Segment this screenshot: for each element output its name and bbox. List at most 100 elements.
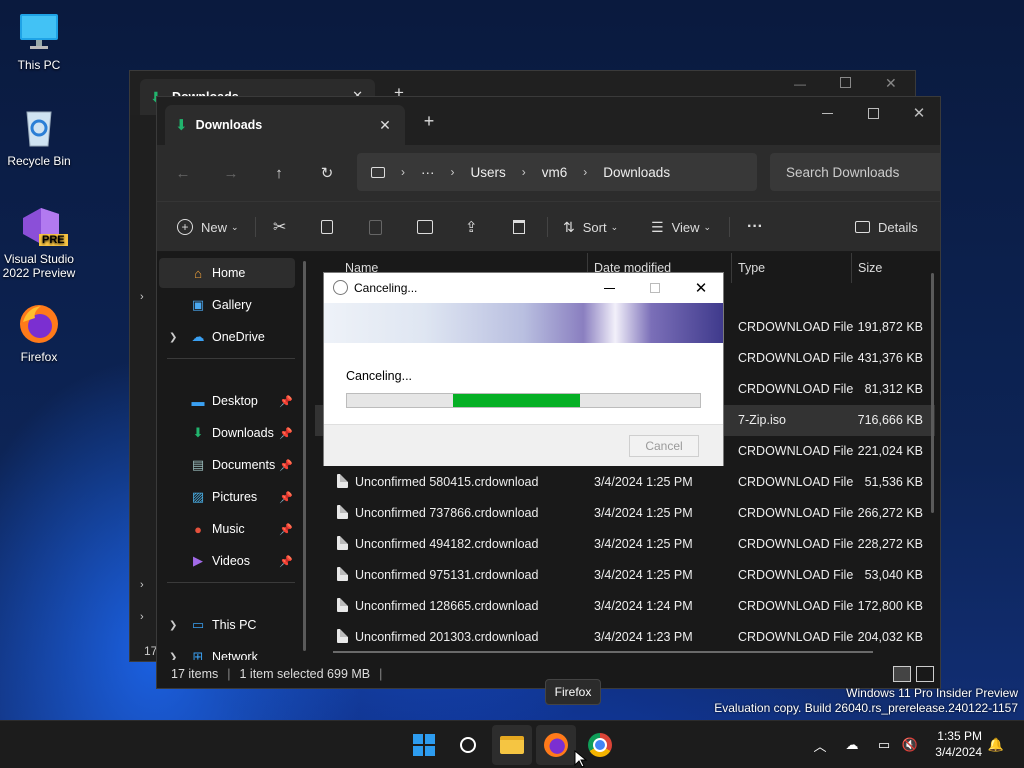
chevron-right-icon[interactable]: ❯ <box>169 332 177 343</box>
tab-downloads[interactable]: ⬇ Downloads ✕ <box>165 105 405 145</box>
search-button[interactable] <box>448 725 488 765</box>
sidebar-item-pictures[interactable]: ▨ Pictures 📌 <box>159 482 295 512</box>
column-divider[interactable] <box>731 253 732 283</box>
back-maximize-icon[interactable] <box>840 77 851 88</box>
table-row[interactable]: Unconfirmed 494182.crdownload 3/4/2024 1:… <box>315 529 935 560</box>
chevron-up-icon[interactable]: ︿ <box>810 735 830 755</box>
notification-bell-icon[interactable]: 🔔 <box>986 735 1006 755</box>
delete-button[interactable] <box>513 202 525 252</box>
clock[interactable]: 1:35 PM 3/4/2024 <box>935 728 982 760</box>
file-type: CRDOWNLOAD File <box>738 320 854 334</box>
document-icon: ▤ <box>191 457 205 472</box>
up-button[interactable]: ↑ <box>265 159 293 187</box>
sidebar-item-downloads[interactable]: ⬇ Downloads 📌 <box>159 418 295 448</box>
canceling-dialog[interactable]: Canceling... ✕ Canceling... Cancel <box>323 272 724 466</box>
tab-title: Downloads <box>195 118 263 132</box>
copy-button[interactable] <box>321 202 333 252</box>
desktop-icon-recycle-bin[interactable]: Recycle Bin <box>0 106 78 168</box>
more-options-button[interactable]: ··· <box>747 202 763 252</box>
sidebar-item-onedrive[interactable]: ❯ ☁ OneDrive <box>159 322 295 352</box>
desktop-icon-visual-studio[interactable]: PRE Visual Studio 2022 Preview <box>0 204 78 280</box>
file-icon <box>337 505 348 519</box>
file-type: CRDOWNLOAD File <box>738 630 854 644</box>
cut-button[interactable]: ✂ <box>273 202 286 252</box>
details-view-toggle[interactable] <box>893 666 911 682</box>
new-tab-icon[interactable]: + <box>417 110 441 134</box>
close-button[interactable]: ✕ <box>896 97 940 129</box>
command-bar: + New ⌄ ✂ ⇪ ⇅ Sort ⌄ ☰ View ⌄ ··· Detail… <box>157 201 940 252</box>
desktop-icon-label: Firefox <box>20 350 58 364</box>
horizontal-scrollbar[interactable] <box>333 651 873 653</box>
sidebar-item-label: OneDrive <box>212 330 265 344</box>
sidebar-item-music[interactable]: ● Music 📌 <box>159 514 295 544</box>
taskbar-file-explorer[interactable] <box>492 725 532 765</box>
cancel-button[interactable]: Cancel <box>629 435 699 457</box>
table-row[interactable]: Unconfirmed 128665.crdownload 3/4/2024 1:… <box>315 591 935 622</box>
file-date: 3/4/2024 1:25 PM <box>594 568 693 582</box>
tiles-view-toggle[interactable] <box>916 666 934 682</box>
sidebar-item-home[interactable]: ⌂ Home <box>159 258 295 288</box>
file-name: Unconfirmed 201303.crdownload <box>355 630 539 644</box>
back-close-icon[interactable]: ✕ <box>885 75 897 92</box>
sidebar-item-label: Documents <box>212 458 276 472</box>
sort-button[interactable]: ⇅ Sort ⌄ <box>563 202 618 252</box>
forward-button[interactable]: → <box>217 159 245 187</box>
vertical-scrollbar[interactable] <box>931 273 934 513</box>
paste-button[interactable] <box>369 202 382 252</box>
details-pane-icon <box>855 221 870 233</box>
dialog-minimize-button[interactable] <box>586 273 632 303</box>
rename-button[interactable] <box>417 202 433 252</box>
file-type: CRDOWNLOAD File <box>738 475 854 489</box>
dialog-title: Canceling... <box>354 281 418 295</box>
minimize-button[interactable] <box>804 97 850 129</box>
share-button[interactable]: ⇪ <box>465 202 478 252</box>
view-button[interactable]: ☰ View ⌄ <box>651 202 711 252</box>
column-divider[interactable] <box>851 253 852 283</box>
breadcrumb[interactable]: › ··· › Users › vm6 › Downloads <box>357 153 757 191</box>
network-icon[interactable]: ▭ <box>874 735 894 755</box>
pin-icon: 📌 <box>279 555 293 568</box>
details-button[interactable]: Details <box>855 202 918 252</box>
sidebar-item-gallery[interactable]: ▣ Gallery <box>159 290 295 320</box>
new-button[interactable]: + New ⌄ <box>177 202 239 252</box>
sidebar-item-desktop[interactable]: ▬ Desktop 📌 <box>159 386 295 416</box>
tab-close-icon[interactable]: ✕ <box>373 113 397 137</box>
chevron-right-icon[interactable]: ❯ <box>169 620 177 631</box>
table-row[interactable]: Unconfirmed 737866.crdownload 3/4/2024 1:… <box>315 498 935 529</box>
sidebar-item-this-pc[interactable]: ❯ ▭ This PC <box>159 610 295 640</box>
column-header-type[interactable]: Type <box>738 253 765 283</box>
table-row[interactable]: Unconfirmed 201303.crdownload 3/4/2024 1:… <box>315 622 935 653</box>
back-button[interactable]: ← <box>169 159 197 187</box>
back-minimize-icon[interactable]: — <box>794 77 806 91</box>
breadcrumb-item-users[interactable]: Users <box>471 165 506 180</box>
desktop-icon-firefox[interactable]: Firefox <box>0 302 78 364</box>
desktop-icon-this-pc[interactable]: This PC <box>0 10 78 72</box>
sidebar-scrollbar[interactable] <box>303 261 306 651</box>
column-header-size[interactable]: Size <box>858 253 882 283</box>
new-button-label: New <box>201 219 228 235</box>
volume-mute-icon[interactable]: 🔇 <box>900 735 920 755</box>
table-row[interactable]: Unconfirmed 975131.crdownload 3/4/2024 1:… <box>315 560 935 591</box>
pin-icon: 📌 <box>279 459 293 472</box>
cloud-offline-icon[interactable]: ☁ <box>842 735 862 755</box>
visual-studio-icon: PRE <box>17 204 68 248</box>
file-name: Unconfirmed 580415.crdownload <box>355 475 539 489</box>
maximize-icon <box>650 283 660 293</box>
taskbar-firefox[interactable] <box>536 725 576 765</box>
maximize-button[interactable] <box>850 97 896 129</box>
file-date: 3/4/2024 1:25 PM <box>594 537 693 551</box>
breadcrumb-more[interactable]: ··· <box>421 165 435 180</box>
search-input[interactable]: Search Downloads <box>770 153 940 191</box>
breadcrumb-item-vm6[interactable]: vm6 <box>542 165 568 180</box>
sidebar-item-videos[interactable]: ▶ Videos 📌 <box>159 546 295 576</box>
paste-icon <box>369 219 382 235</box>
dialog-footer: Cancel <box>324 424 723 466</box>
sidebar-item-documents[interactable]: ▤ Documents 📌 <box>159 450 295 480</box>
table-row[interactable]: Unconfirmed 580415.crdownload 3/4/2024 1:… <box>315 467 935 498</box>
refresh-button[interactable]: ↻ <box>313 159 341 187</box>
start-button[interactable] <box>404 725 444 765</box>
file-size: 53,040 KB <box>864 568 923 582</box>
breadcrumb-item-downloads[interactable]: Downloads <box>603 165 670 180</box>
command-divider <box>547 217 548 237</box>
dialog-close-button[interactable]: ✕ <box>678 273 724 303</box>
